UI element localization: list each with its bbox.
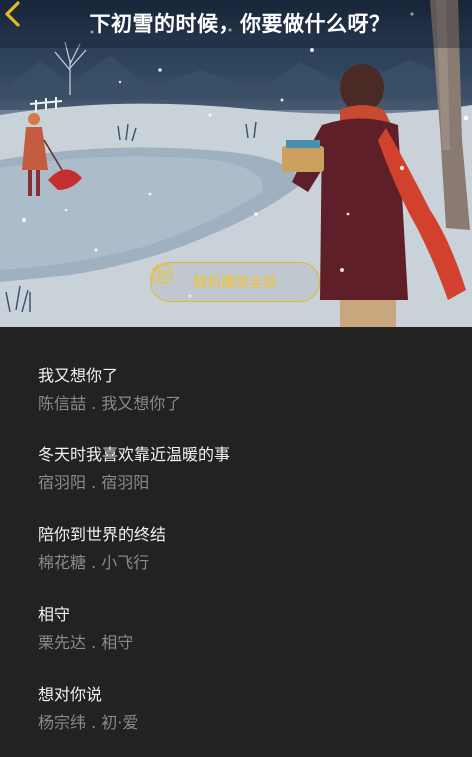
page-title: 下初雪的时候，你要做什么呀？: [89, 12, 391, 36]
song-title: 陪你到世界的终结: [38, 525, 167, 544]
song-item[interactable]: 陪你到世界的终结 棉花糖 . 小飞行: [38, 524, 438, 574]
play-circle-icon: [151, 263, 173, 285]
playlist-page: 下初雪的时候，你要做什么呀？ 随机播放全部 我又想你了 陈信喆 . 我又想你了 …: [0, 0, 472, 757]
shuffle-play-all-button[interactable]: 随机播放全部: [150, 262, 320, 302]
song-artist-album: 陈信喆 . 我又想你了: [38, 394, 182, 413]
playlist-cover: 下初雪的时候，你要做什么呀？ 随机播放全部: [0, 0, 472, 327]
song-list: 我又想你了 陈信喆 . 我又想你了 冬天时我喜欢靠近温暖的事 宿羽阳 . 宿羽阳…: [0, 327, 472, 757]
song-artist-album: 栗先达 . 相守: [38, 633, 134, 652]
song-title: 相守: [38, 605, 71, 624]
song-artist-album: 棉花糖 . 小飞行: [38, 553, 150, 572]
song-item[interactable]: 冬天时我喜欢靠近温暖的事 宿羽阳 . 宿羽阳: [38, 444, 438, 494]
song-title: 我又想你了: [38, 366, 119, 385]
song-title: 想对你说: [38, 685, 103, 704]
song-item[interactable]: 相守 栗先达 . 相守: [38, 604, 438, 654]
song-title: 冬天时我喜欢靠近温暖的事: [38, 445, 231, 464]
song-artist-album: 杨宗纬 . 初·爱: [38, 713, 139, 732]
song-item[interactable]: 想对你说 杨宗纬 . 初·爱: [38, 684, 438, 734]
song-artist-album: 宿羽阳 . 宿羽阳: [38, 473, 150, 492]
song-item[interactable]: 我又想你了 陈信喆 . 我又想你了: [38, 365, 438, 415]
chevron-left-icon[interactable]: [0, 0, 28, 28]
shuffle-play-all-label: 随机播放全部: [193, 275, 277, 291]
